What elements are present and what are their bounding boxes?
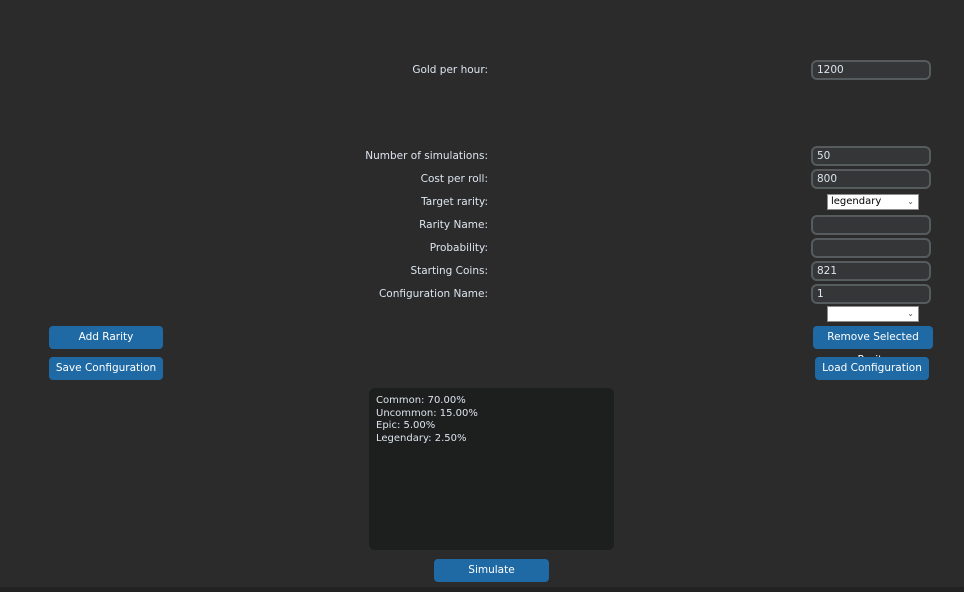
probability-input[interactable] <box>811 238 931 258</box>
window-bottom-edge <box>0 587 964 592</box>
configuration-select[interactable]: ⌄ <box>827 306 919 322</box>
remove-selected-rarity-button[interactable]: Remove Selected Rarity <box>813 326 933 366</box>
rarity-list-item: Common: 70.00% <box>376 395 466 406</box>
cost-per-roll-input[interactable] <box>811 169 931 189</box>
rarity-name-label: Rarity Name: <box>419 219 488 231</box>
rarity-list-textbox[interactable]: Common: 70.00% Uncommon: 15.00% Epic: 5.… <box>369 388 614 550</box>
rarity-list-item: Epic: 5.00% <box>376 420 436 431</box>
target-rarity-value: legendary <box>831 196 882 207</box>
target-rarity-select[interactable]: legendary ⌄ <box>827 194 919 210</box>
load-configuration-button[interactable]: Load Configuration <box>815 357 929 380</box>
chevron-down-icon: ⌄ <box>907 197 914 206</box>
gold-per-hour-input[interactable] <box>811 60 931 80</box>
num-simulations-label: Number of simulations: <box>365 150 488 162</box>
add-rarity-button[interactable]: Add Rarity <box>49 326 163 349</box>
cost-per-roll-label: Cost per roll: <box>420 173 488 185</box>
configuration-name-input[interactable] <box>811 284 931 304</box>
starting-coins-label: Starting Coins: <box>410 265 488 277</box>
rarity-name-input[interactable] <box>811 215 931 235</box>
rarity-list-item: Legendary: 2.50% <box>376 432 467 444</box>
simulate-button[interactable]: Simulate <box>434 559 549 582</box>
save-configuration-button[interactable]: Save Configuration <box>49 357 163 380</box>
configuration-name-label: Configuration Name: <box>378 288 488 300</box>
num-simulations-input[interactable] <box>811 146 931 166</box>
gold-per-hour-label: Gold per hour: <box>412 64 488 76</box>
chevron-down-icon: ⌄ <box>907 309 914 318</box>
target-rarity-label: Target rarity: <box>421 196 488 208</box>
rarity-list-item: Uncommon: 15.00% <box>376 407 478 419</box>
probability-label: Probability: <box>429 242 488 254</box>
starting-coins-input[interactable] <box>811 261 931 281</box>
